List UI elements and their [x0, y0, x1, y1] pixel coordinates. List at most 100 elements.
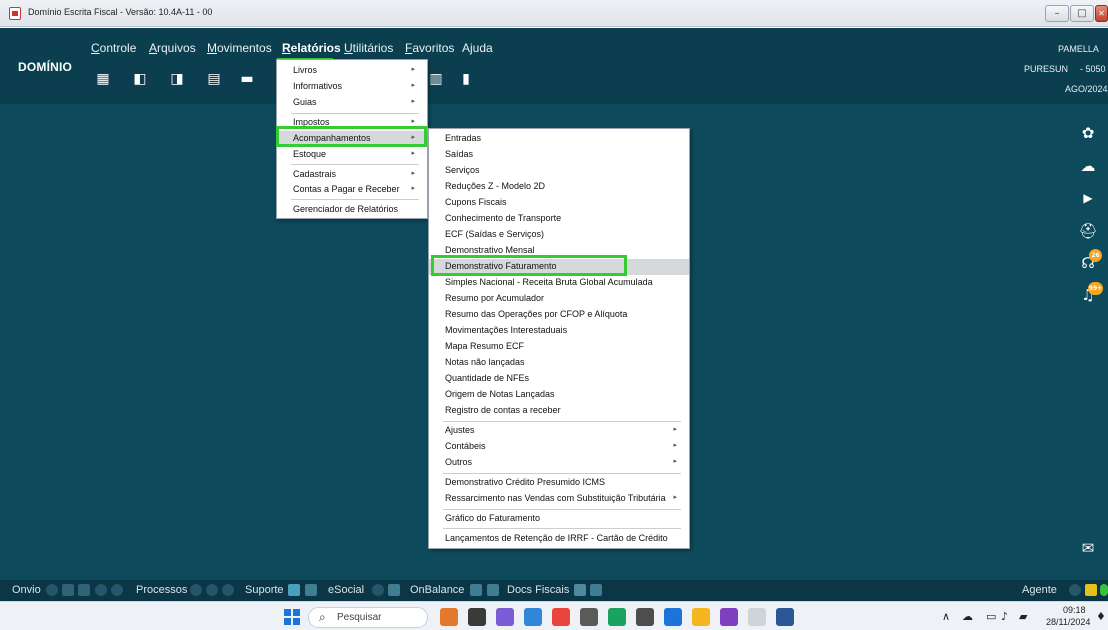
menu-movimentos[interactable]: Movimentos [207, 41, 272, 55]
esocial-indicator [372, 584, 384, 596]
onbalance-download-icon[interactable] [487, 584, 499, 596]
menu-controle[interactable]: Controle [91, 41, 136, 55]
suporte-doc-icon[interactable] [305, 584, 317, 596]
menu-item-gerenciador-relatorios[interactable]: Gerenciador de Relatórios [277, 202, 427, 218]
menu-item-simples-nacional[interactable]: Simples Nacional - Receita Bruta Global … [429, 275, 689, 291]
taskbar-app-icon[interactable] [468, 608, 486, 626]
robot-icon[interactable]: ⛑ [1076, 219, 1100, 243]
status-esocial[interactable]: eSocial [328, 584, 364, 596]
menu-item-cadastrais[interactable]: Cadastrais ▸ [277, 167, 427, 183]
taskbar-app-icon[interactable] [524, 608, 542, 626]
taskbar-app-icon[interactable] [692, 608, 710, 626]
taskbar-app-icon[interactable] [776, 608, 794, 626]
menu-favoritos[interactable]: Favoritos [405, 41, 454, 55]
status-processos[interactable]: Processos [136, 584, 187, 596]
taskbar-search-input[interactable]: ⌕ Pesquisar [308, 607, 428, 628]
status-agente[interactable]: Agente [1022, 584, 1057, 596]
taskbar-app-icon[interactable] [636, 608, 654, 626]
notification-bell-icon[interactable]: ♦ [1096, 610, 1106, 623]
network-icon[interactable]: ▭ [986, 610, 996, 623]
menu-item-servicos[interactable]: Serviços [429, 163, 689, 179]
chat-icon[interactable]: ✉ [1076, 536, 1100, 560]
status-onbalance[interactable]: OnBalance [410, 584, 464, 596]
menu-item-ajustes[interactable]: Ajustes ▸ [429, 423, 689, 439]
battery-icon[interactable]: ▰ [1019, 610, 1027, 623]
document-exit-icon[interactable]: ◨ [166, 68, 188, 90]
document-money-icon[interactable]: ▤ [203, 68, 225, 90]
company-code: - 5050 [1080, 64, 1106, 74]
menu-item-quantidade-nfes[interactable]: Quantidade de NFEs [429, 371, 689, 387]
menu-item-saidas[interactable]: Saídas [429, 147, 689, 163]
play-icon[interactable]: ▶ [1076, 186, 1100, 210]
menu-item-ecf[interactable]: ECF (Saídas e Serviços) [429, 227, 689, 243]
status-suporte[interactable]: Suporte [245, 584, 284, 596]
book-icon[interactable]: ▮ [455, 68, 477, 90]
onvio-indicator [95, 584, 107, 596]
menu-item-resumo-acumulador[interactable]: Resumo por Acumulador [429, 291, 689, 307]
menu-item-reducoes-z[interactable]: Reduções Z - Modelo 2D [429, 179, 689, 195]
menu-separator [291, 199, 419, 200]
taskbar-app-icon[interactable] [720, 608, 738, 626]
menu-item-credito-presumido-icms[interactable]: Demonstrativo Crédito Presumido ICMS [429, 475, 689, 491]
docs-fiscais-icon[interactable] [574, 584, 586, 596]
cloud-icon[interactable]: ☁ [962, 610, 973, 623]
speaker-icon[interactable]: ♪ [1001, 610, 1008, 623]
minimize-button[interactable]: – [1045, 5, 1069, 22]
menu-item-cupons-fiscais[interactable]: Cupons Fiscais [429, 195, 689, 211]
menu-ajuda[interactable]: Ajuda [462, 41, 493, 55]
period[interactable]: AGO/2024 [1065, 84, 1108, 94]
document-c-icon[interactable]: ◧ [129, 68, 151, 90]
printer-icon[interactable]: ▬ [236, 68, 258, 90]
menu-item-notas-nao-lancadas[interactable]: Notas não lançadas [429, 355, 689, 371]
taskbar-app-icon[interactable] [748, 608, 766, 626]
clock-time[interactable]: 09:18 [1063, 605, 1086, 615]
calendar-icon[interactable]: ▥ [425, 68, 447, 90]
menu-item-grafico-faturamento[interactable]: Gráfico do Faturamento [429, 511, 689, 527]
esocial-doc-icon[interactable] [388, 584, 400, 596]
menu-item-origem-notas[interactable]: Origem de Notas Lançadas [429, 387, 689, 403]
menu-item-lancamentos-irrf[interactable]: Lançamentos de Retenção de IRRF - Cartão… [429, 531, 689, 547]
processos-indicator [222, 584, 234, 596]
cloud-sync-icon[interactable]: ☁ [1076, 154, 1100, 178]
onvio-app-icon[interactable] [78, 584, 90, 596]
company-name[interactable]: PURESUN [1024, 64, 1068, 74]
menu-item-mapa-resumo-ecf[interactable]: Mapa Resumo ECF [429, 339, 689, 355]
windows-start-icon[interactable] [284, 609, 300, 625]
maximize-button[interactable]: □ [1070, 5, 1094, 22]
docs-fiscais-icon[interactable] [590, 584, 602, 596]
taskbar-app-icon[interactable] [496, 608, 514, 626]
menu-item-guias[interactable]: Guias ▸ [277, 95, 427, 111]
clock-date[interactable]: 28/11/2024 [1046, 617, 1090, 627]
status-onvio[interactable]: Onvio [12, 584, 41, 596]
gear-icon[interactable]: ✿ [1076, 121, 1100, 145]
menu-item-resumo-cfop[interactable]: Resumo das Operações por CFOP e Alíquota [429, 307, 689, 323]
taskbar-app-icon[interactable] [608, 608, 626, 626]
taskbar-app-icon[interactable] [580, 608, 598, 626]
menu-arquivos[interactable]: Arquivos [149, 41, 196, 55]
menu-utilitarios[interactable]: Utilitários [344, 41, 393, 55]
building-icon[interactable]: ▦ [92, 68, 114, 90]
menu-item-entradas[interactable]: Entradas [429, 131, 689, 147]
close-button[interactable]: ✕ [1095, 5, 1108, 22]
onvio-indicator [111, 584, 123, 596]
chevron-up-icon[interactable]: ∧ [942, 610, 950, 623]
taskbar-app-icon[interactable] [440, 608, 458, 626]
taskbar-app-icon[interactable] [664, 608, 682, 626]
menu-item-conhecimento-transporte[interactable]: Conhecimento de Transporte [429, 211, 689, 227]
status-docs-fiscais[interactable]: Docs Fiscais [507, 584, 569, 596]
menu-item-informativos[interactable]: Informativos ▸ [277, 79, 427, 95]
menu-item-registro-contas-receber[interactable]: Registro de contas a receber [429, 403, 689, 419]
menu-item-movimentacoes-interestaduais[interactable]: Movimentações Interestaduais [429, 323, 689, 339]
menu-item-ressarcimento-st[interactable]: Ressarcimento nas Vendas com Substituiçã… [429, 491, 689, 507]
menu-item-contabeis[interactable]: Contábeis ▸ [429, 439, 689, 455]
onvio-app-icon[interactable] [62, 584, 74, 596]
onbalance-mail-icon[interactable] [470, 584, 482, 596]
menu-item-outros[interactable]: Outros ▸ [429, 455, 689, 471]
taskbar-app-icon[interactable] [552, 608, 570, 626]
agente-briefcase-icon[interactable] [1085, 584, 1097, 596]
menu-item-livros[interactable]: Livros ▸ [277, 63, 427, 79]
menu-relatorios[interactable]: Relatórios [282, 41, 341, 55]
menu-item-estoque[interactable]: Estoque ▸ [277, 147, 427, 163]
suporte-plus-icon[interactable] [288, 584, 300, 596]
menu-item-contas-pagar-receber[interactable]: Contas a Pagar e Receber ▸ [277, 182, 427, 198]
